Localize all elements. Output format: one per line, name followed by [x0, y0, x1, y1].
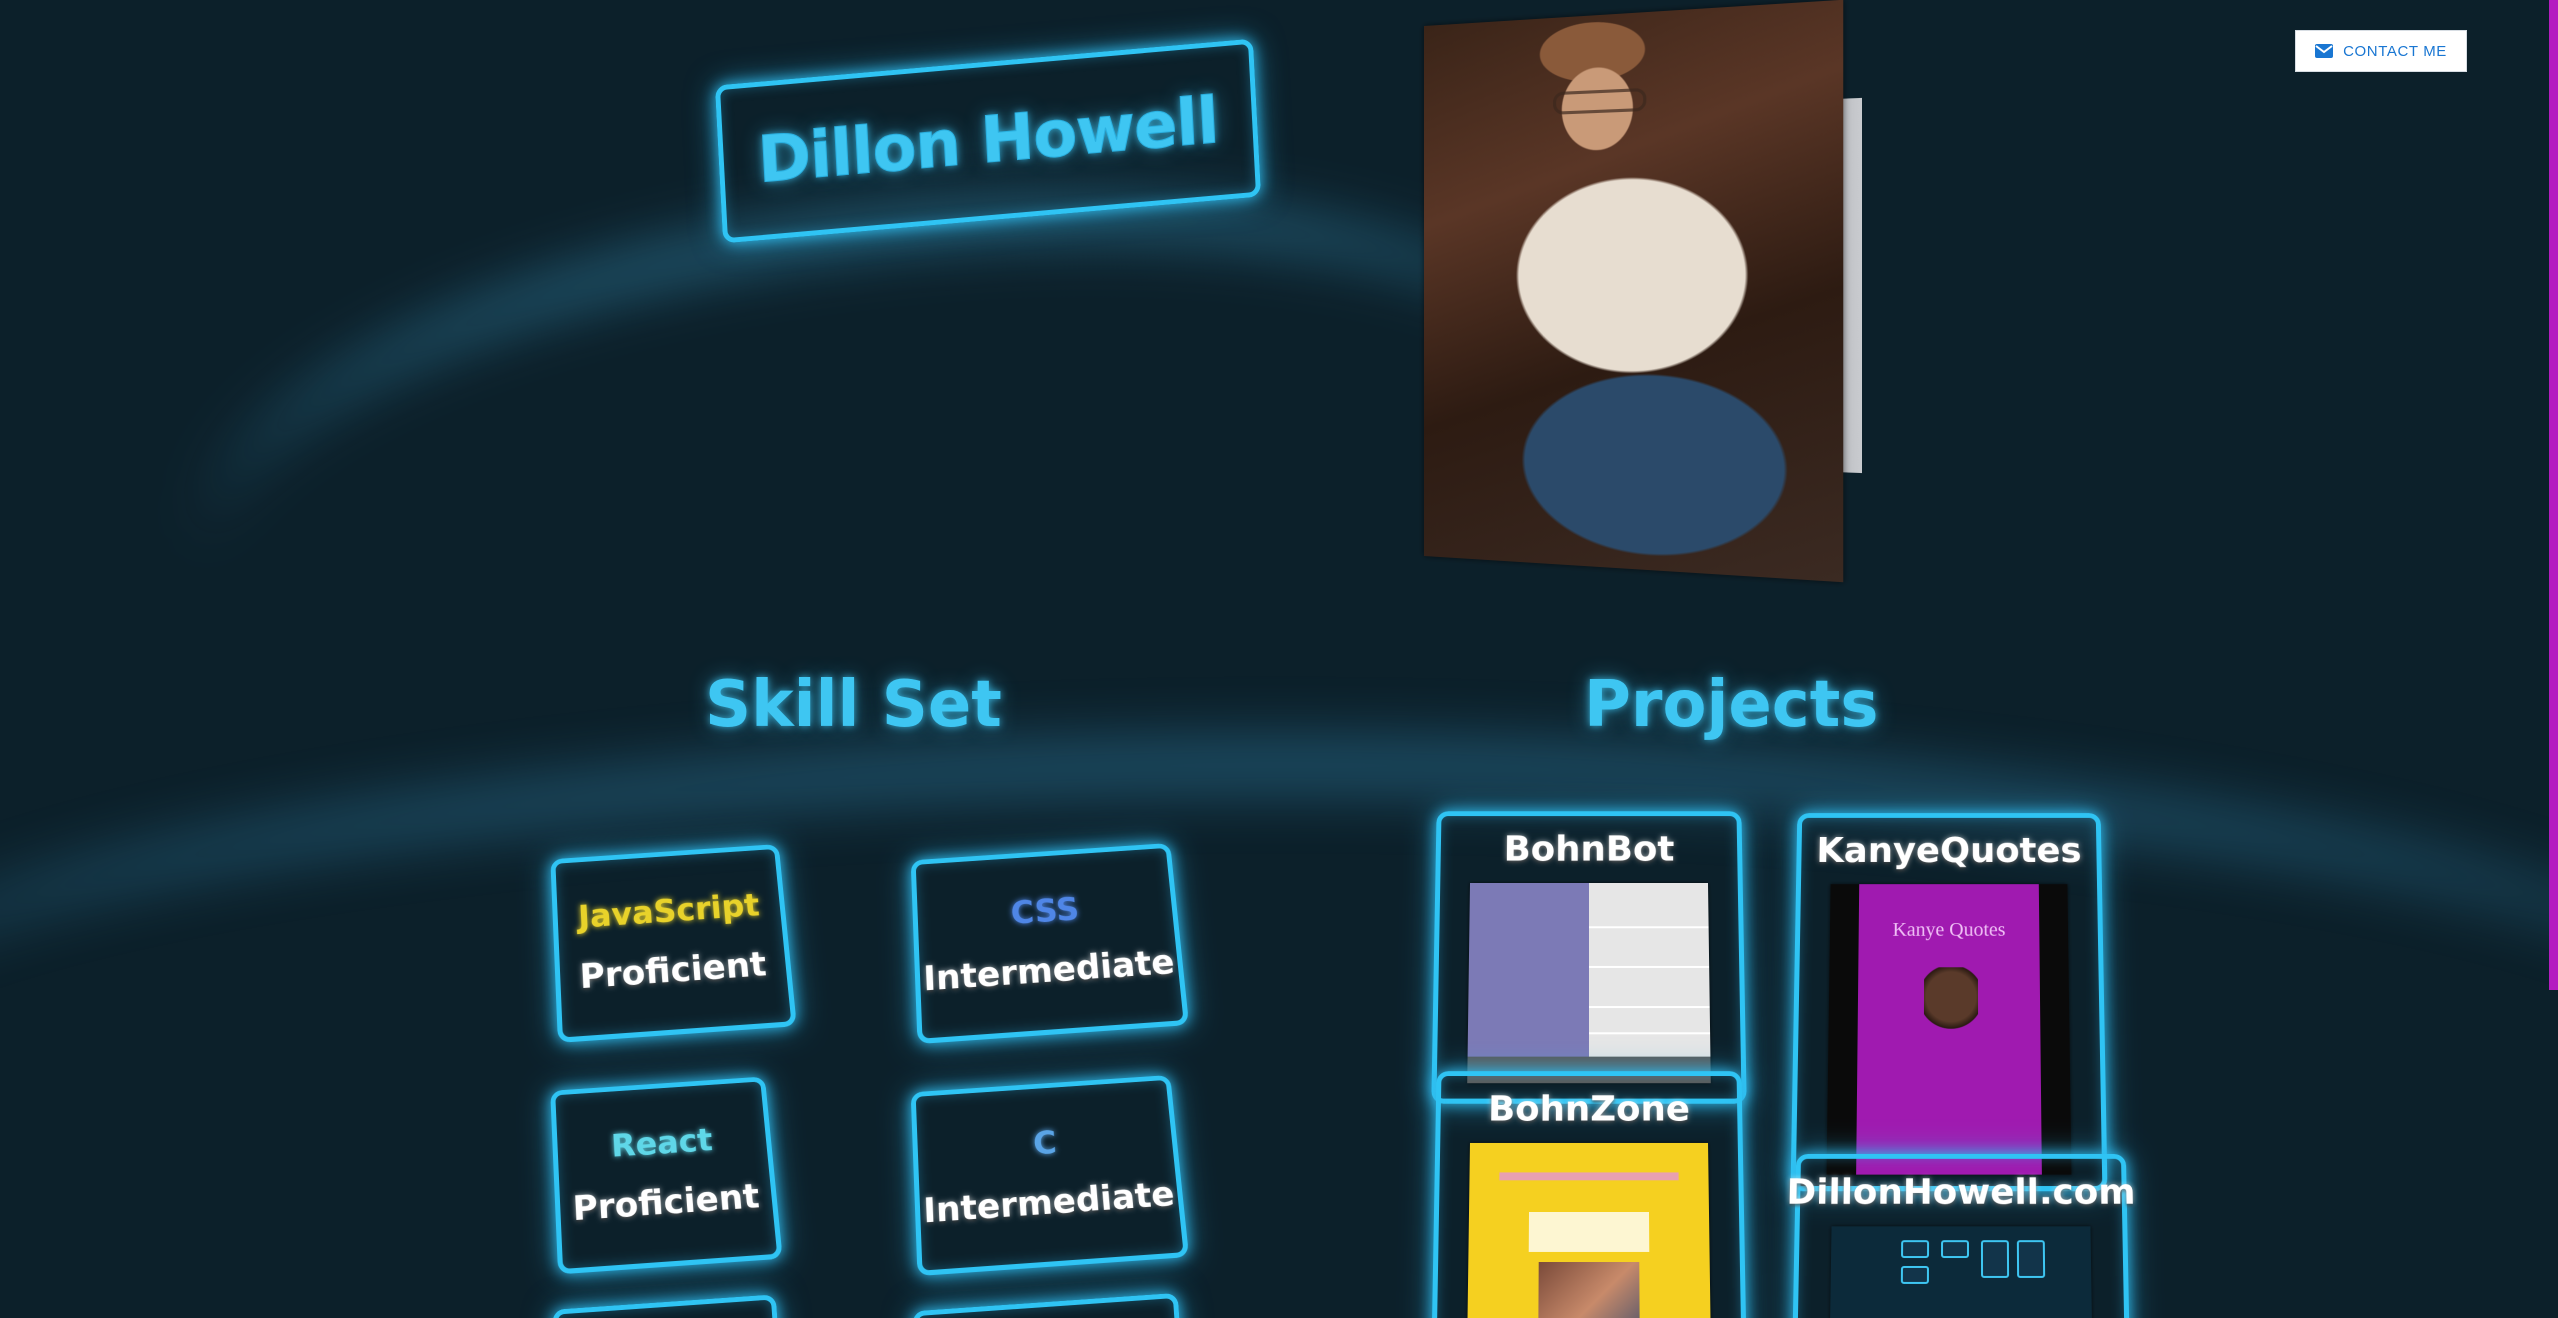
- project-screenshot: [1467, 1142, 1711, 1318]
- skill-card-react: React Proficient: [550, 1076, 783, 1275]
- project-card-kanyequotes[interactable]: KanyeQuotes Kanye Quotes: [1790, 813, 2108, 1192]
- skill-level: Proficient: [578, 944, 769, 998]
- skills-section-title: Skill Set: [705, 668, 1002, 742]
- chat-row: [1589, 965, 1710, 968]
- skill-card-css: CSS Intermediate: [910, 842, 1190, 1045]
- portfolio-page: Dillon Howell CONTACT ME Skill Set Proje…: [0, 0, 2558, 1318]
- project-screenshot: [1467, 883, 1711, 1084]
- chat-row: [1589, 926, 1709, 929]
- skill-name: C: [1031, 1123, 1058, 1163]
- project-title: DillonHowell.com: [1786, 1172, 2136, 1213]
- post-image: [1538, 1262, 1640, 1318]
- chat-row: [1589, 1006, 1710, 1009]
- mini-project-card: [1980, 1240, 2010, 1278]
- profile-photo: [1424, 0, 1844, 583]
- mini-skill-card: [1901, 1240, 1930, 1259]
- mini-skill-card: [1900, 1265, 1929, 1284]
- mini-skill-card: [1941, 1240, 1969, 1259]
- project-screenshot: [1829, 1226, 2093, 1318]
- skill-card-partial: [912, 1292, 1182, 1318]
- contact-me-button[interactable]: CONTACT ME: [2295, 30, 2467, 72]
- project-title: KanyeQuotes: [1816, 831, 2082, 871]
- nav-strip: [1499, 1172, 1679, 1181]
- project-title: BohnBot: [1503, 829, 1675, 870]
- mail-icon: [2315, 44, 2334, 58]
- mini-project-card: [2016, 1240, 2046, 1278]
- project-title: BohnZone: [1487, 1089, 1691, 1130]
- skill-level: Intermediate: [922, 1174, 1177, 1232]
- contact-me-label: CONTACT ME: [2343, 42, 2447, 60]
- chat-row: [1589, 1032, 1711, 1035]
- skill-name: CSS: [1009, 890, 1081, 932]
- skill-name: React: [610, 1121, 714, 1165]
- project-card-bohnzone[interactable]: BohnZone: [1431, 1071, 1747, 1318]
- skill-level: Proficient: [571, 1176, 762, 1230]
- project-screenshot: Kanye Quotes: [1826, 884, 2072, 1175]
- kanye-face-image: [1923, 967, 1979, 1033]
- project-card-dillonhowell[interactable]: DillonHowell.com: [1786, 1153, 2136, 1318]
- name-sign: Dillon Howell: [714, 38, 1262, 244]
- skill-level: Intermediate: [922, 942, 1177, 1000]
- glow-arc-middle: [0, 745, 2558, 1318]
- page-title: Dillon Howell: [756, 83, 1221, 199]
- skill-card-c: C Intermediate: [910, 1074, 1190, 1277]
- glasses-detail: [1553, 87, 1647, 115]
- projects-section-title: Projects: [1584, 668, 1879, 742]
- skill-card-partial: [552, 1294, 780, 1318]
- screenshot-heading: Kanye Quotes: [1892, 919, 2006, 941]
- project-card-bohnbot[interactable]: BohnBot: [1431, 811, 1747, 1104]
- skill-name: JavaScript: [577, 886, 761, 936]
- form-panel: [1528, 1212, 1650, 1252]
- profile-photo-frame: [1424, 0, 1863, 583]
- scrollbar-thumb[interactable]: [2549, 0, 2558, 990]
- skill-card-javascript: JavaScript Proficient: [550, 844, 797, 1043]
